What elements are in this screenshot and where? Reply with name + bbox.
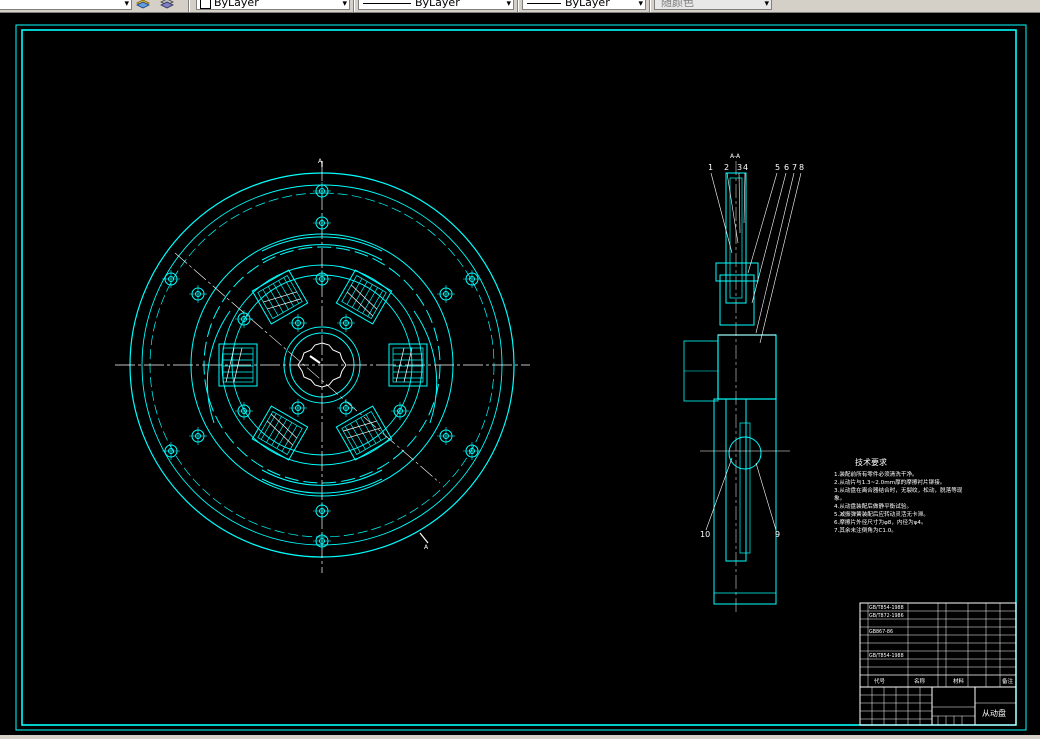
layer-previous-icon[interactable] — [160, 0, 174, 9]
rivet-hole — [390, 401, 410, 421]
rivet-hole — [312, 213, 332, 233]
tech-req-line: 4.从动盘装配后做静平衡试验。 — [834, 502, 912, 510]
layer-combo[interactable]: ▾ — [0, 0, 132, 10]
callout-2: 2 — [724, 163, 729, 172]
linetype-combo[interactable]: ByLayer ▾ — [358, 0, 514, 10]
parts-code: GB/T854-1988 — [869, 605, 904, 611]
rivet-hole — [234, 401, 254, 421]
callout-10: 10 — [700, 530, 710, 539]
chevron-down-icon: ▾ — [764, 0, 769, 9]
linetype-combo-label: ByLayer — [415, 0, 460, 9]
chevron-down-icon: ▾ — [124, 0, 129, 9]
tech-req-line: 7.其余未注倒角为C1.0。 — [834, 526, 897, 534]
lineweight-combo[interactable]: ByLayer ▾ — [522, 0, 646, 10]
rivet-hole — [234, 309, 254, 329]
tech-req-line: 5.减振弹簧装配后应转动灵活无卡滞。 — [834, 510, 929, 518]
lineweight-combo-label: ByLayer — [565, 0, 610, 9]
toolbar-separator — [353, 0, 355, 12]
callout-7: 7 — [792, 163, 797, 172]
front-view: A A — [115, 158, 530, 573]
toolbar-separator — [188, 0, 190, 12]
plotstyle-combo[interactable]: 随颜色 ▾ — [654, 0, 772, 10]
rivet-hole — [312, 501, 332, 521]
section-label-bottom: A — [424, 544, 429, 551]
chevron-down-icon: ▾ — [638, 0, 643, 9]
rivet-hole — [161, 269, 181, 289]
tech-req-line: 象。 — [834, 494, 845, 502]
color-swatch-icon — [200, 0, 211, 9]
callout-9: 9 — [775, 530, 780, 539]
header-name: 名称 — [914, 677, 926, 685]
rivet-hole — [336, 398, 356, 418]
linetype-preview-icon — [363, 2, 411, 4]
technical-requirements: 技术要求 1.装配前所有零件必须清洗干净。 2.从动片与1.3~2.0mm厚的摩… — [834, 457, 963, 534]
callout-5: 5 — [775, 163, 780, 172]
color-combo[interactable]: ByLayer ▾ — [196, 0, 350, 10]
side-view: A-A 1 2 3 4 5 6 7 8 10 9 — [683, 153, 804, 613]
header-material: 材料 — [953, 677, 965, 685]
callout-1: 1 — [708, 163, 713, 172]
part-name: 从动盘 — [982, 708, 1006, 718]
lineweight-preview-icon — [527, 2, 561, 4]
callout-6: 6 — [784, 163, 789, 172]
rivet-hole — [312, 531, 332, 551]
make-layer-current-icon[interactable] — [136, 0, 150, 9]
parts-code: GB/T854-1988 — [869, 653, 904, 659]
callout-8: 8 — [799, 163, 804, 172]
callout-3: 3 — [737, 163, 742, 172]
toolbar-separator — [517, 0, 519, 12]
callout-4: 4 — [743, 163, 748, 172]
callout-labels-top: 1 2 3 4 5 6 7 8 — [708, 163, 804, 172]
section-title: A-A — [730, 153, 741, 160]
damper-spring-window — [218, 343, 258, 387]
rivet-hole — [288, 398, 308, 418]
chevron-down-icon: ▾ — [342, 0, 347, 9]
status-strip — [0, 735, 1040, 739]
rivet-hole — [161, 441, 181, 461]
rivet-hole — [436, 426, 456, 446]
color-combo-label: ByLayer — [214, 0, 259, 9]
tech-req-line: 6.摩擦片外径尺寸为φ8，内径为φ4。 — [834, 518, 927, 526]
drawing-frame — [15, 24, 1027, 731]
tech-req-line: 1.装配前所有零件必须清洗干净。 — [834, 470, 918, 478]
chevron-down-icon: ▾ — [506, 0, 511, 9]
rivet-hole — [288, 313, 308, 333]
rivet-hole — [462, 269, 482, 289]
tech-req-title: 技术要求 — [855, 457, 887, 467]
parts-code: GB867-86 — [869, 629, 893, 635]
header-remark: 备注 — [1002, 677, 1014, 685]
properties-toolbar: ▾ ByLayer ▾ ByLayer ▾ ByLayer ▾ 随颜色 ▾ — [0, 0, 1040, 13]
rivet-hole — [188, 284, 208, 304]
parts-code: GB/T872-1986 — [869, 613, 904, 619]
rivet-hole — [312, 269, 332, 289]
rivet-hole — [462, 441, 482, 461]
rivet-hole — [188, 426, 208, 446]
plotstyle-combo-label: 随颜色 — [661, 0, 694, 9]
tech-req-line: 3.从动盘在离合器结合时，无裂纹，松动，脱落等现 — [834, 486, 963, 494]
toolbar-separator — [649, 0, 651, 12]
header-code: 代号 — [874, 677, 886, 685]
rivet-hole — [436, 284, 456, 304]
title-block: GB/T854-1988 GB/T872-1986 GB867-86 GB/T8… — [859, 602, 1017, 726]
rivet-hole — [336, 313, 356, 333]
tech-req-line: 2.从动片与1.3~2.0mm厚的摩擦衬片铆接。 — [834, 478, 945, 486]
drawing-canvas[interactable]: A A A-A 1 2 3 4 5 6 7 8 10 9 技术要求 1.装配前所… — [0, 13, 1040, 735]
